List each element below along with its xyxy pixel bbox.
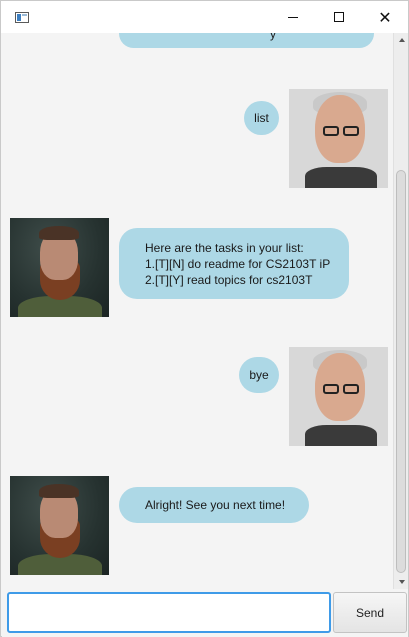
send-button[interactable]: Send xyxy=(333,592,407,633)
user-dialog-bubble: bye xyxy=(239,357,279,393)
input-bar: Send xyxy=(2,589,408,637)
user-message-text: list xyxy=(254,111,269,125)
minimize-button[interactable] xyxy=(270,1,316,33)
scrollbar-thumb[interactable] xyxy=(396,170,406,573)
scroll-up-button[interactable] xyxy=(394,33,409,47)
message-input[interactable] xyxy=(7,592,331,633)
user-message-text: bye xyxy=(249,368,269,382)
duke-dialog-bubble: Alright! See you next time! xyxy=(119,487,309,523)
user-dialog-bubble: list xyxy=(244,101,279,135)
maximize-icon xyxy=(334,12,344,22)
minimize-icon xyxy=(288,16,298,18)
duke-message-text: Alright! See you next time! xyxy=(145,498,286,512)
user-avatar xyxy=(289,347,388,446)
vertical-scrollbar[interactable] xyxy=(393,33,408,589)
dialog-bubble-partial: y xyxy=(119,33,374,48)
user-avatar xyxy=(289,89,388,188)
app-icon xyxy=(15,12,29,23)
duke-avatar xyxy=(10,218,109,317)
duke-avatar xyxy=(10,476,109,575)
scroll-down-button[interactable] xyxy=(394,575,409,589)
close-icon: ✕ xyxy=(378,7,392,27)
scroll-up-arrow-icon xyxy=(398,38,405,42)
send-button-label: Send xyxy=(355,605,385,620)
title-bar[interactable]: ✕ xyxy=(1,1,408,33)
duke-dialog-bubble: Here are the tasks in your list: 1.[T][N… xyxy=(119,228,349,299)
dialog-container[interactable]: y list Here are the tasks in your list: … xyxy=(2,33,392,589)
duke-message-text: Here are the tasks in your list: 1.[T][N… xyxy=(145,240,331,287)
maximize-button[interactable] xyxy=(316,1,362,33)
app-window: ✕ y list Here are the tasks in your list… xyxy=(0,0,409,637)
scroll-down-arrow-icon xyxy=(398,580,405,584)
close-button[interactable]: ✕ xyxy=(362,1,408,33)
dialog-text-partial: y xyxy=(270,33,276,41)
